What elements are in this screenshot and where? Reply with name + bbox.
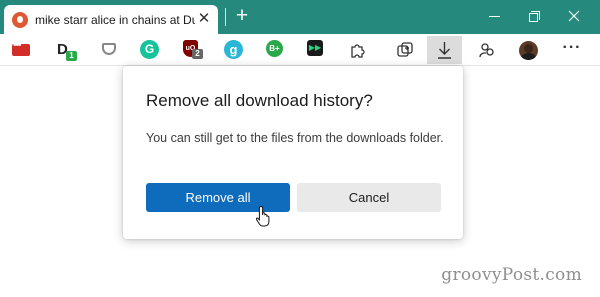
tab-separator xyxy=(225,8,226,26)
browser-toolbar: D 1 G uO 2 g B+ ▶▶ xyxy=(0,34,600,66)
restore-icon[interactable] xyxy=(523,5,545,27)
browser-tab[interactable]: mike starr alice in chains at Duck ✕ xyxy=(4,5,218,34)
more-icon[interactable]: ··· xyxy=(562,38,582,58)
title-bar: mike starr alice in chains at Duck ✕ + xyxy=(0,0,600,34)
lastpass-icon[interactable] xyxy=(12,40,30,56)
ublock-icon[interactable]: uO 2 xyxy=(183,40,203,59)
hand-cursor-icon xyxy=(256,205,270,227)
grammarly-icon[interactable]: G xyxy=(140,40,159,59)
new-tab-button[interactable]: + xyxy=(233,5,251,27)
close-icon[interactable] xyxy=(563,5,585,27)
fast-forward-extension-icon[interactable]: ▶▶ xyxy=(307,40,323,56)
extensions-puzzle-icon[interactable] xyxy=(348,40,368,60)
g-extension-icon[interactable]: g xyxy=(224,40,243,59)
pocket-icon[interactable] xyxy=(102,43,116,55)
extension-badge: 2 xyxy=(192,49,203,59)
downloads-button[interactable] xyxy=(427,36,462,64)
duckduckgo-icon xyxy=(12,12,28,28)
profiles-icon[interactable] xyxy=(477,40,497,60)
tab-title: mike starr alice in chains at Duck xyxy=(35,13,195,27)
minimize-icon[interactable] xyxy=(484,5,506,27)
downloads-icon xyxy=(438,42,451,59)
dialog-message: You can still get to the files from the … xyxy=(146,131,444,145)
cancel-button[interactable]: Cancel xyxy=(297,183,441,212)
collections-icon[interactable] xyxy=(395,40,415,60)
avatar[interactable] xyxy=(519,41,538,60)
dashlane-icon[interactable]: D 1 xyxy=(57,40,77,61)
remove-history-dialog: Remove all download history? You can sti… xyxy=(123,66,463,239)
dialog-title: Remove all download history? xyxy=(146,91,373,110)
extension-badge: 1 xyxy=(66,51,77,61)
bplus-extension-icon[interactable]: B+ xyxy=(266,40,283,57)
watermark: groovyPost.com xyxy=(441,265,582,285)
tab-close-icon[interactable]: ✕ xyxy=(196,11,212,27)
